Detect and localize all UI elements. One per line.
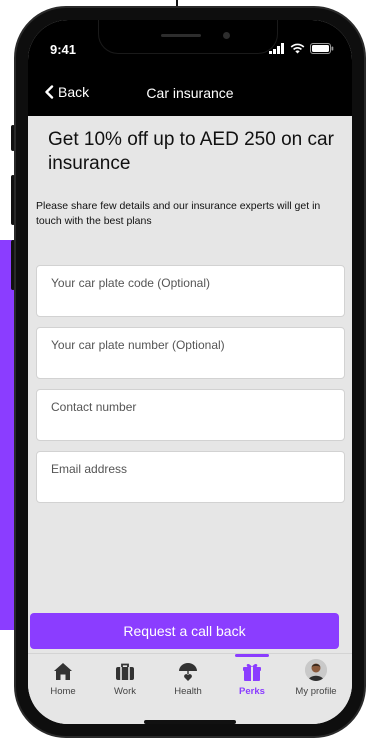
wifi-icon	[290, 43, 305, 53]
navigation-bar: Back Car insurance	[28, 70, 352, 116]
speaker-grille	[161, 34, 201, 37]
offer-description: Please share few details and our insuran…	[36, 200, 321, 227]
tab-health[interactable]: Health	[156, 654, 220, 710]
front-camera	[223, 32, 230, 39]
stage: 9:41 Back Car insurance Get 10% off up t…	[0, 0, 368, 743]
health-umbrella-icon	[179, 663, 197, 681]
contact-number-input[interactable]	[37, 390, 344, 440]
avatar-image	[305, 659, 327, 681]
email-field[interactable]	[36, 451, 345, 503]
home-icon	[54, 663, 72, 680]
plate-code-input[interactable]	[37, 266, 344, 316]
phone-screen: 9:41 Back Car insurance Get 10% off up t…	[28, 20, 352, 724]
content-area: Get 10% off up to AED 250 on car insuran…	[28, 116, 352, 596]
home-indicator[interactable]	[144, 720, 236, 724]
signal-icon	[269, 42, 284, 54]
tab-label: My profile	[295, 686, 337, 697]
briefcase-icon	[116, 663, 134, 680]
plate-number-input[interactable]	[37, 328, 344, 378]
tab-label: Work	[114, 686, 136, 697]
phone-frame: 9:41 Back Car insurance Get 10% off up t…	[14, 6, 366, 738]
tab-home[interactable]: Home	[31, 654, 95, 710]
avatar	[305, 659, 327, 681]
contact-number-field[interactable]	[36, 389, 345, 441]
status-bar: 9:41	[28, 20, 352, 70]
status-icons	[269, 42, 334, 54]
notch	[98, 20, 278, 54]
tab-label: Home	[50, 686, 76, 697]
battery-icon	[310, 42, 334, 54]
offer-headline: Get 10% off up to AED 250 on car insuran…	[48, 129, 334, 174]
tab-bar: Home Work Health Perks My profile	[28, 653, 352, 724]
plate-code-field[interactable]	[36, 265, 345, 317]
status-time: 9:41	[50, 42, 77, 57]
request-call-back-button[interactable]: Request a call back	[30, 613, 339, 649]
tab-perks[interactable]: Perks	[220, 654, 284, 710]
gift-icon	[243, 663, 261, 681]
tab-label: Health	[174, 686, 202, 697]
email-input[interactable]	[37, 452, 344, 502]
tab-my-profile[interactable]: My profile	[284, 654, 348, 710]
tab-label: Perks	[239, 686, 265, 697]
active-tab-indicator	[235, 654, 269, 657]
screen-title: Car insurance	[146, 85, 234, 101]
tab-work[interactable]: Work	[93, 654, 157, 710]
plate-number-field[interactable]	[36, 327, 345, 379]
